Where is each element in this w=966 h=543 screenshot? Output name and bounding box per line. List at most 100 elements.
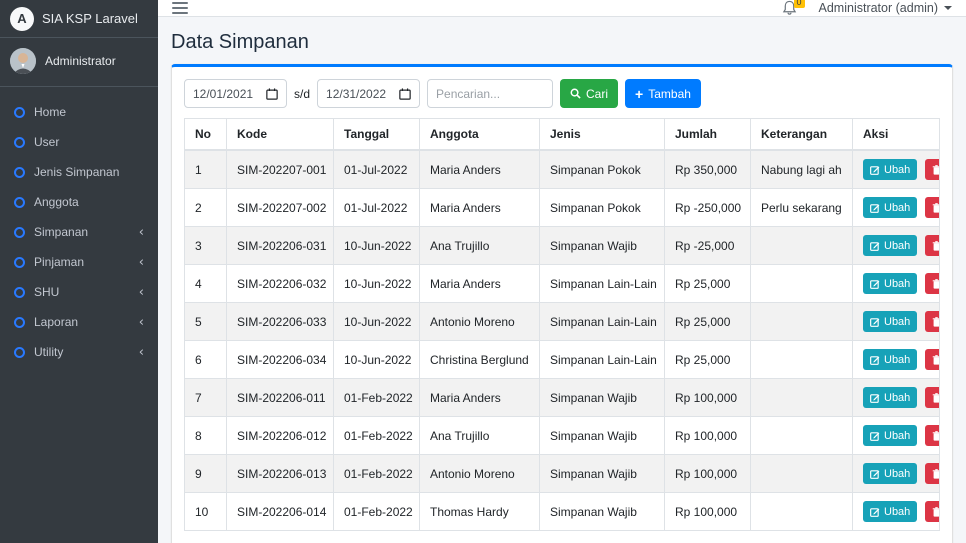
- brand-link[interactable]: A SIA KSP Laravel: [0, 0, 158, 38]
- cell-keterangan: Perlu sekarang: [750, 188, 853, 227]
- sidebar-item-user[interactable]: User: [0, 127, 158, 157]
- sidebar-item-label: Home: [34, 105, 67, 119]
- sidebar-item-label: Simpanan: [34, 225, 89, 239]
- cell-anggota: Maria Anders: [419, 188, 540, 227]
- date-to-input[interactable]: 12/31/2022: [317, 79, 421, 108]
- hapus-button[interactable]: Hapus: [924, 197, 939, 218]
- cell-aksi: Ubah Hapus: [852, 378, 940, 417]
- trash-icon: [932, 240, 939, 251]
- ubah-label: Ubah: [884, 467, 911, 480]
- edit-icon: [870, 355, 880, 365]
- user-menu-label: Administrator (admin): [818, 1, 938, 15]
- cell-anggota: Antonio Moreno: [419, 454, 540, 493]
- calendar-icon: [399, 87, 411, 100]
- cell-no: 1: [184, 149, 227, 189]
- trash-icon: [932, 392, 939, 403]
- cell-tanggal: 01-Feb-2022: [333, 454, 420, 493]
- trash-icon: [932, 278, 939, 289]
- ubah-button[interactable]: Ubah: [863, 463, 918, 484]
- cell-anggota: Ana Trujillo: [419, 416, 540, 455]
- cell-jumlah: Rp 25,000: [664, 340, 751, 379]
- cell-kode: SIM-202206-013: [226, 454, 334, 493]
- sidebar-item-label: User: [34, 135, 60, 149]
- hapus-button[interactable]: Hapus: [924, 235, 939, 256]
- sidebar-item-utility[interactable]: Utility ‹: [0, 337, 158, 367]
- user-panel: Administrator: [0, 38, 158, 87]
- cell-jenis: Simpanan Pokok: [539, 188, 665, 227]
- ubah-label: Ubah: [884, 391, 911, 404]
- circle-icon: [14, 226, 25, 238]
- cell-jumlah: Rp 100,000: [664, 378, 751, 417]
- cell-kode: SIM-202206-031: [226, 226, 334, 265]
- ubah-button[interactable]: Ubah: [863, 311, 918, 332]
- cell-anggota: Maria Anders: [419, 264, 540, 303]
- edit-icon: [870, 241, 880, 251]
- date-from-value: 12/01/2021: [193, 86, 254, 101]
- circle-icon: [14, 256, 25, 268]
- avatar: [10, 48, 36, 74]
- search-input[interactable]: [427, 79, 554, 108]
- notifications-button[interactable]: 0: [782, 0, 805, 16]
- cell-kode: SIM-202206-032: [226, 264, 334, 303]
- table-row: 3 SIM-202206-031 10-Jun-2022 Ana Trujill…: [184, 226, 940, 265]
- sidebar-item-home[interactable]: Home: [0, 97, 158, 127]
- cell-aksi: Ubah Hapus: [852, 302, 940, 341]
- circle-icon: [14, 286, 25, 298]
- edit-icon: [870, 469, 880, 479]
- brand-logo-icon: A: [10, 6, 34, 31]
- cell-jumlah: Rp -25,000: [664, 226, 751, 265]
- ubah-button[interactable]: Ubah: [863, 235, 918, 256]
- ubah-button[interactable]: Ubah: [863, 425, 918, 446]
- header-anggota: Anggota: [419, 118, 540, 151]
- hapus-button[interactable]: Hapus: [924, 311, 939, 332]
- tambah-label: Tambah: [648, 86, 691, 101]
- hapus-button[interactable]: Hapus: [924, 273, 939, 294]
- table-body: 1 SIM-202207-001 01-Jul-2022 Maria Ander…: [184, 149, 940, 531]
- trash-icon: [932, 430, 939, 441]
- filter-bar: 12/01/2021 s/d 12/31/2022 Pencarian... C…: [184, 79, 940, 108]
- ubah-button[interactable]: Ubah: [863, 501, 918, 522]
- menu-toggle-icon[interactable]: [172, 2, 188, 14]
- sidebar-item-simpanan[interactable]: Simpanan ‹: [0, 217, 158, 247]
- cell-keterangan: [750, 378, 853, 417]
- cell-kode: SIM-202206-034: [226, 340, 334, 379]
- edit-icon: [870, 203, 880, 213]
- date-from-input[interactable]: 12/01/2021: [184, 79, 287, 108]
- cell-jenis: Simpanan Lain-Lain: [539, 264, 665, 303]
- table-header-row: No Kode Tanggal Anggota Jenis Jumlah Ket…: [184, 118, 940, 151]
- app-window: A SIA KSP Laravel Administrator Home Use…: [0, 0, 966, 543]
- ubah-label: Ubah: [884, 277, 911, 290]
- sidebar: A SIA KSP Laravel Administrator Home Use…: [0, 0, 158, 543]
- header-aksi: Aksi: [852, 118, 940, 151]
- ubah-button[interactable]: Ubah: [863, 197, 918, 218]
- ubah-label: Ubah: [884, 429, 911, 442]
- sidebar-item-laporan[interactable]: Laporan ‹: [0, 307, 158, 337]
- cell-jumlah: Rp -250,000: [664, 188, 751, 227]
- hapus-button[interactable]: Hapus: [924, 501, 939, 522]
- ubah-button[interactable]: Ubah: [863, 387, 918, 408]
- cell-no: 6: [184, 340, 227, 379]
- tambah-button[interactable]: + Tambah: [625, 79, 701, 108]
- hapus-button[interactable]: Hapus: [924, 159, 939, 180]
- hapus-button[interactable]: Hapus: [924, 349, 939, 370]
- ubah-button[interactable]: Ubah: [863, 349, 918, 370]
- sidebar-item-anggota[interactable]: Anggota: [0, 187, 158, 217]
- sidebar-item-jenis-simpanan[interactable]: Jenis Simpanan: [0, 157, 158, 187]
- cari-button[interactable]: Cari: [560, 79, 619, 108]
- cell-kode: SIM-202206-012: [226, 416, 334, 455]
- cell-jumlah: Rp 100,000: [664, 416, 751, 455]
- circle-icon: [14, 166, 25, 178]
- cell-tanggal: 01-Jul-2022: [333, 149, 420, 189]
- user-menu-dropdown[interactable]: Administrator (admin): [819, 1, 952, 15]
- chevron-left-icon: ‹: [138, 254, 144, 270]
- sidebar-item-shu[interactable]: SHU ‹: [0, 277, 158, 307]
- ubah-label: Ubah: [884, 201, 911, 214]
- ubah-button[interactable]: Ubah: [863, 159, 918, 180]
- hapus-button[interactable]: Hapus: [924, 387, 939, 408]
- hapus-button[interactable]: Hapus: [924, 425, 939, 446]
- hapus-button[interactable]: Hapus: [924, 463, 939, 484]
- sidebar-item-pinjaman[interactable]: Pinjaman ‹: [0, 247, 158, 277]
- ubah-button[interactable]: Ubah: [863, 273, 918, 294]
- ubah-label: Ubah: [884, 315, 911, 328]
- sidebar-item-label: SHU: [34, 285, 60, 299]
